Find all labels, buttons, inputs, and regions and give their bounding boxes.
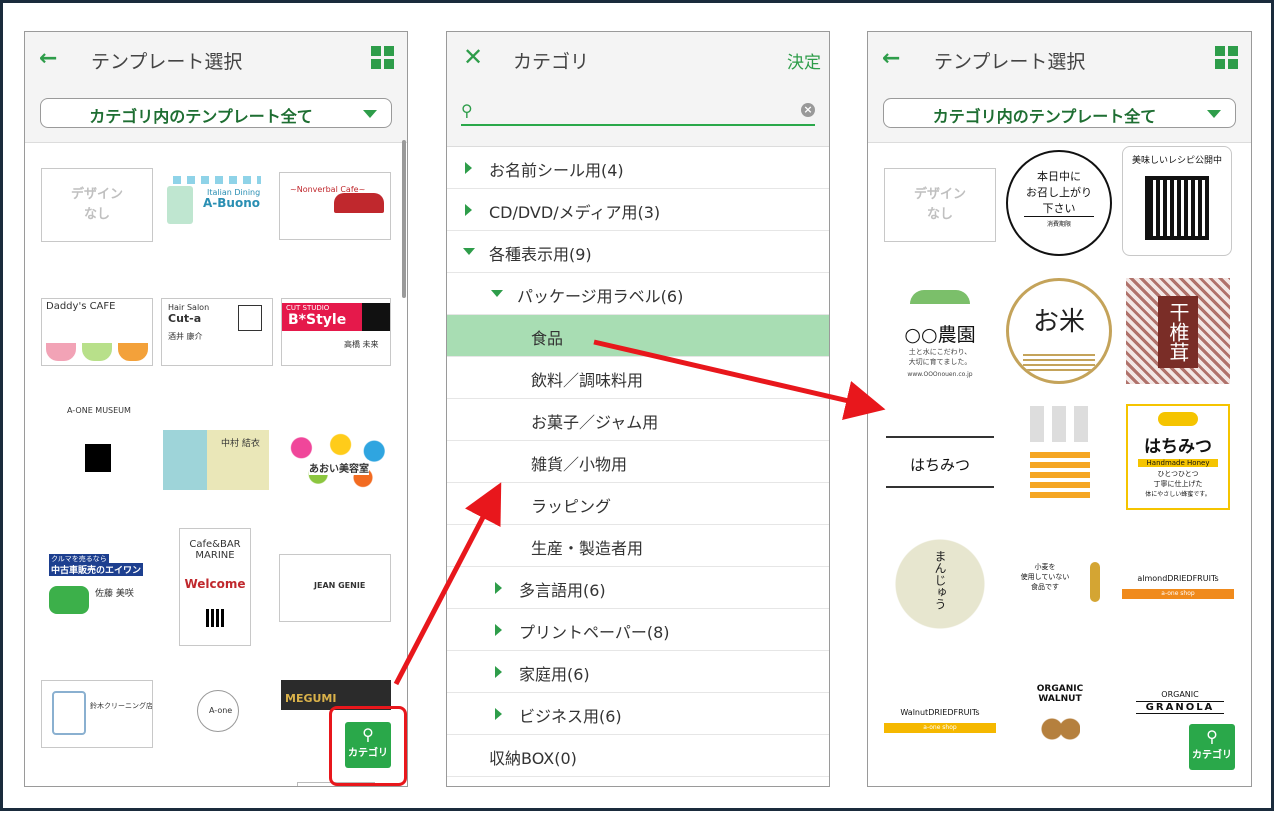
arrow-to-category-panel	[393, 482, 502, 686]
annotation-arrows	[393, 339, 886, 686]
arrow-to-food-templates	[593, 339, 886, 420]
